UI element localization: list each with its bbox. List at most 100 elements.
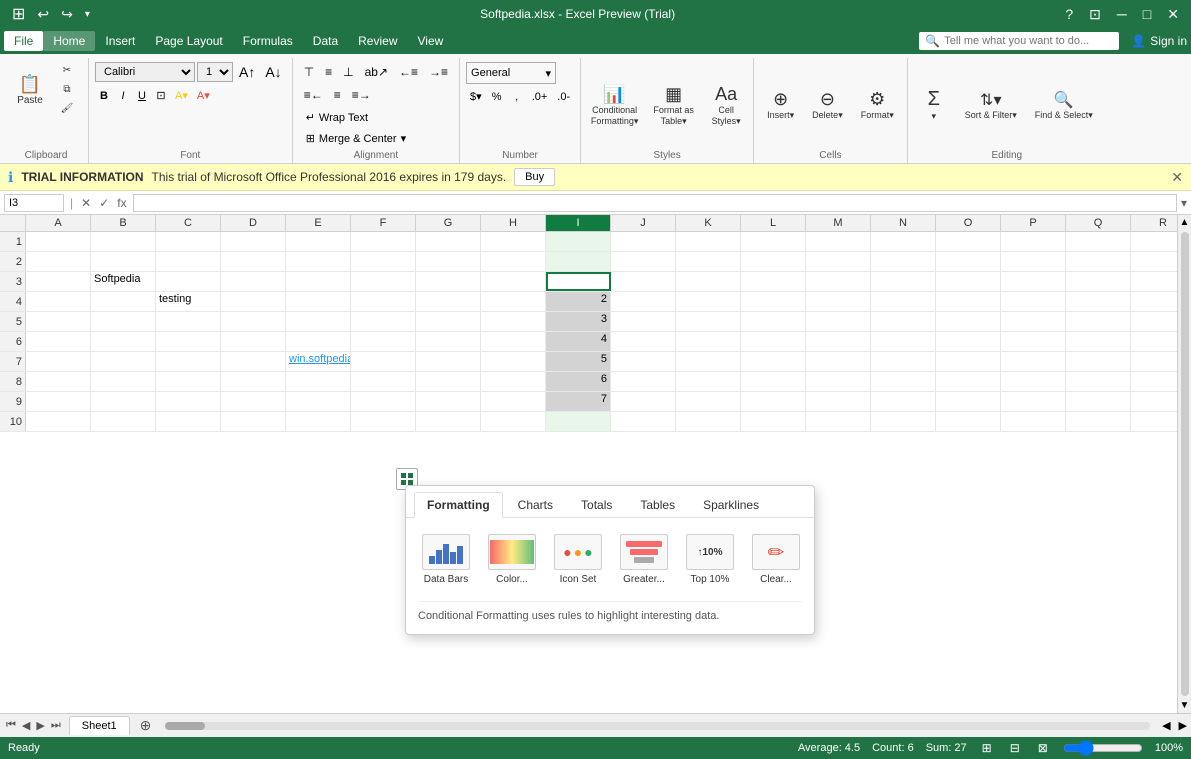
cell-H1[interactable] xyxy=(481,232,546,251)
align-top-button[interactable]: ⊤ xyxy=(299,62,319,82)
cell-I9[interactable]: 7 xyxy=(546,392,611,411)
search-input[interactable] xyxy=(944,35,1094,47)
indent-decrease-button[interactable]: ←≡ xyxy=(394,62,423,82)
cell-R4[interactable] xyxy=(1131,292,1177,311)
sign-in-button[interactable]: 👤 Sign in xyxy=(1131,34,1187,48)
number-format-select[interactable]: General ▾ xyxy=(466,62,556,84)
wrap-text-button[interactable]: ↵ Wrap Text xyxy=(299,108,413,127)
row-header-10[interactable]: 10 xyxy=(0,412,26,431)
cell-R7[interactable] xyxy=(1131,352,1177,371)
scroll-right-button[interactable]: ▶ xyxy=(1175,719,1191,732)
cell-C10[interactable] xyxy=(156,412,221,431)
cell-H7[interactable] xyxy=(481,352,546,371)
cell-L5[interactable] xyxy=(741,312,806,331)
cell-B7[interactable] xyxy=(91,352,156,371)
cell-E3[interactable] xyxy=(286,272,351,291)
row-header-5[interactable]: 5 xyxy=(0,312,26,331)
cell-O8[interactable] xyxy=(936,372,1001,391)
confirm-formula-icon[interactable]: ✓ xyxy=(97,196,111,210)
cell-M2[interactable] xyxy=(806,252,871,271)
cell-G6[interactable] xyxy=(416,332,481,351)
cell-H10[interactable] xyxy=(481,412,546,431)
cell-G10[interactable] xyxy=(416,412,481,431)
search-bar[interactable]: 🔍 xyxy=(919,32,1119,50)
cell-E10[interactable] xyxy=(286,412,351,431)
cell-C2[interactable] xyxy=(156,252,221,271)
format-painter-button[interactable]: 🖌 xyxy=(52,100,82,117)
cancel-formula-icon[interactable]: ✕ xyxy=(79,196,93,210)
cell-A8[interactable] xyxy=(26,372,91,391)
select-all-button[interactable] xyxy=(0,215,26,231)
cell-J7[interactable] xyxy=(611,352,676,371)
italic-button[interactable]: I xyxy=(114,88,132,104)
decrease-font-button[interactable]: A↓ xyxy=(261,62,285,82)
menu-file[interactable]: File xyxy=(4,31,43,51)
cell-O6[interactable] xyxy=(936,332,1001,351)
menu-data[interactable]: Data xyxy=(303,31,348,51)
cell-M1[interactable] xyxy=(806,232,871,251)
col-header-N[interactable]: N xyxy=(871,215,936,231)
cell-F5[interactable] xyxy=(351,312,416,331)
cell-A2[interactable] xyxy=(26,252,91,271)
vertical-scrollbar[interactable]: ▲ ▼ xyxy=(1177,215,1191,713)
cell-O7[interactable] xyxy=(936,352,1001,371)
cell-N8[interactable] xyxy=(871,372,936,391)
cell-O2[interactable] xyxy=(936,252,1001,271)
cell-N7[interactable] xyxy=(871,352,936,371)
increase-font-button[interactable]: A↑ xyxy=(235,62,259,82)
cell-A5[interactable] xyxy=(26,312,91,331)
cell-H9[interactable] xyxy=(481,392,546,411)
row-header-6[interactable]: 6 xyxy=(0,332,26,351)
cell-A1[interactable] xyxy=(26,232,91,251)
cell-D4[interactable] xyxy=(221,292,286,311)
border-button[interactable]: ⊡ xyxy=(152,87,170,104)
menu-home[interactable]: Home xyxy=(43,31,95,51)
cell-E9[interactable] xyxy=(286,392,351,411)
cell-A10[interactable] xyxy=(26,412,91,431)
qa-tab-tables[interactable]: Tables xyxy=(627,492,688,517)
cell-styles-button[interactable]: Aa Cell Styles▾ xyxy=(705,77,747,133)
cell-H5[interactable] xyxy=(481,312,546,331)
cell-I3[interactable] xyxy=(546,272,611,291)
cell-P2[interactable] xyxy=(1001,252,1066,271)
col-header-C[interactable]: C xyxy=(156,215,221,231)
qa-top10-button[interactable]: ↑10% Top 10% xyxy=(682,530,738,589)
cell-K9[interactable] xyxy=(676,392,741,411)
underline-button[interactable]: U xyxy=(133,88,151,104)
cell-Q8[interactable] xyxy=(1066,372,1131,391)
cell-C1[interactable] xyxy=(156,232,221,251)
cell-D5[interactable] xyxy=(221,312,286,331)
cell-K3[interactable] xyxy=(676,272,741,291)
cell-P7[interactable] xyxy=(1001,352,1066,371)
qa-tab-sparklines[interactable]: Sparklines xyxy=(690,492,772,517)
cell-H2[interactable] xyxy=(481,252,546,271)
col-header-Q[interactable]: Q xyxy=(1066,215,1131,231)
cell-D10[interactable] xyxy=(221,412,286,431)
sheet-tab-sheet1[interactable]: Sheet1 xyxy=(69,716,130,735)
cell-G5[interactable] xyxy=(416,312,481,331)
cell-F4[interactable] xyxy=(351,292,416,311)
cell-K4[interactable] xyxy=(676,292,741,311)
cell-E2[interactable] xyxy=(286,252,351,271)
cell-C3[interactable] xyxy=(156,272,221,291)
qa-greater-than-button[interactable]: Greater... xyxy=(616,530,672,589)
cell-I7[interactable]: 5 xyxy=(546,352,611,371)
cell-R5[interactable] xyxy=(1131,312,1177,331)
cell-C6[interactable] xyxy=(156,332,221,351)
cell-M4[interactable] xyxy=(806,292,871,311)
qa-color-scale-button[interactable]: Color... xyxy=(484,530,540,589)
cell-F9[interactable] xyxy=(351,392,416,411)
menu-view[interactable]: View xyxy=(408,31,454,51)
scroll-left-button[interactable]: ◀ xyxy=(1158,719,1174,732)
cell-A3[interactable] xyxy=(26,272,91,291)
cell-R1[interactable] xyxy=(1131,232,1177,251)
cell-P5[interactable] xyxy=(1001,312,1066,331)
help-button[interactable]: ? xyxy=(1061,4,1077,24)
align-bottom-button[interactable]: ⊥ xyxy=(338,62,358,82)
align-left-button[interactable]: ≡← xyxy=(299,85,328,105)
cell-C5[interactable] xyxy=(156,312,221,331)
cell-H6[interactable] xyxy=(481,332,546,351)
col-header-O[interactable]: O xyxy=(936,215,1001,231)
cell-F1[interactable] xyxy=(351,232,416,251)
cell-Q3[interactable] xyxy=(1066,272,1131,291)
